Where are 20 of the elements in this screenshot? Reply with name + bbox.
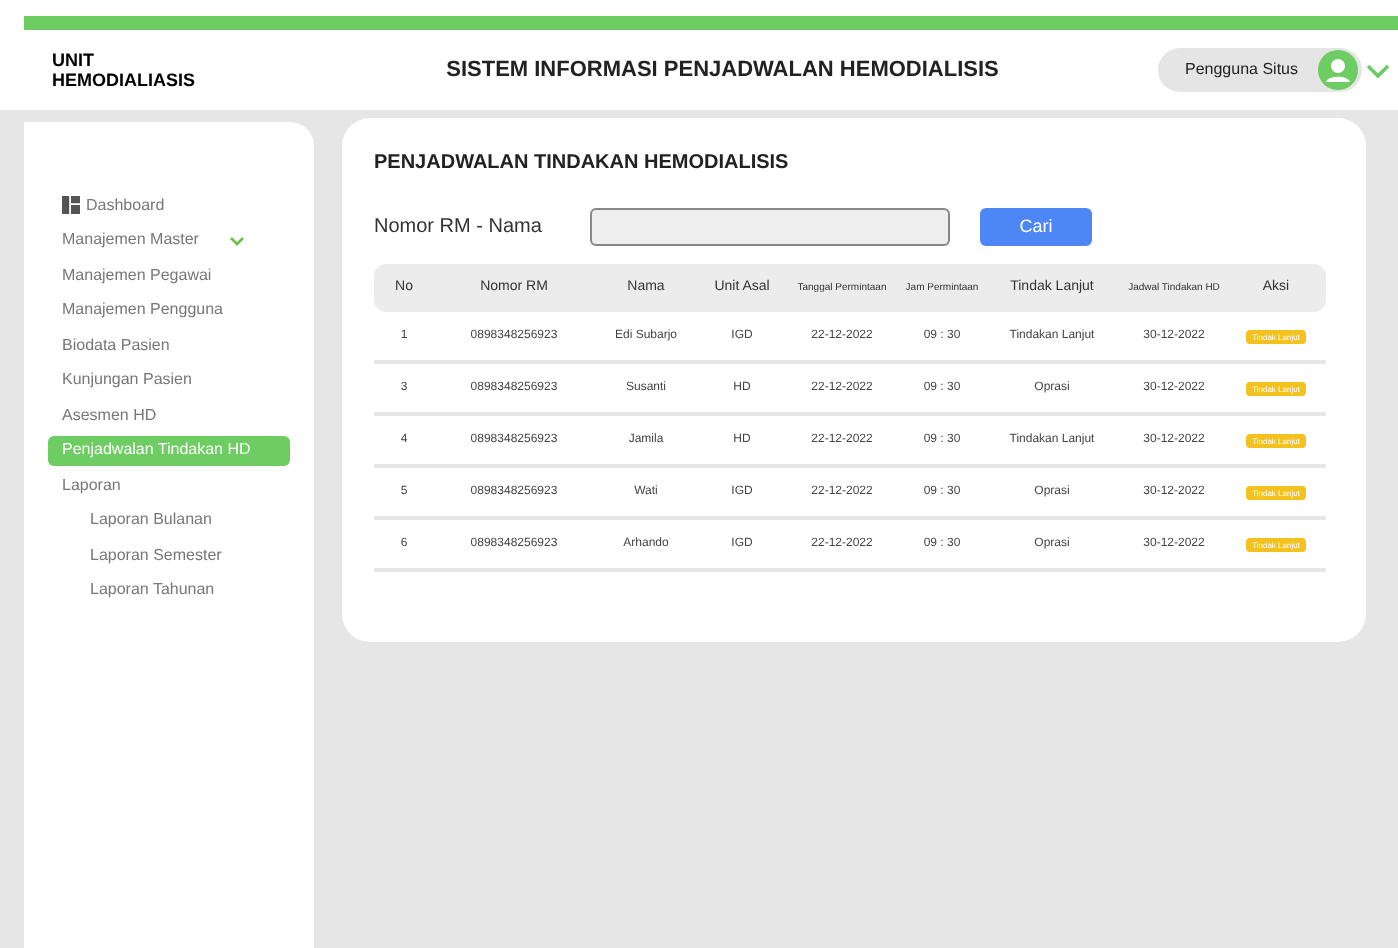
sidebar-item[interactable]: Asesmen HD [48, 400, 290, 430]
sidebar-subitem[interactable]: Laporan Tahunan [86, 575, 290, 605]
search-field[interactable] [590, 208, 950, 246]
sidebar-item[interactable]: Kunjungan Pasien [48, 365, 290, 395]
sidebar-item[interactable]: Dashboard [48, 190, 290, 220]
sidebar-item[interactable]: Biodata Pasien [48, 330, 290, 360]
sidebar-item[interactable]: Manajemen Master [48, 225, 290, 255]
search-button[interactable]: Cari [980, 208, 1092, 246]
sidebar-item[interactable]: Laporan [48, 470, 290, 500]
user-menu[interactable]: Pengguna Situs [1157, 48, 1362, 92]
dashboard-icon [62, 196, 80, 214]
sidebar-subitem[interactable]: Laporan Bulanan [86, 505, 290, 535]
unit-name: UNIT HEMODIALIASIS [52, 50, 198, 90]
user-avatar-icon [1318, 50, 1358, 90]
page-title: PENJADWALAN TINDAKAN HEMODIALISIS [374, 150, 791, 178]
sidebar-subitem[interactable]: Laporan Semester [86, 540, 290, 570]
search-label: Nomor RM - Nama [374, 214, 544, 242]
app-title: SISTEM INFORMASI PENJADWALAN HEMODIALISIS [444, 55, 1001, 86]
sidebar-item[interactable]: Manajemen Pengguna [48, 295, 290, 325]
sidebar-item[interactable]: Manajemen Pegawai [48, 260, 290, 290]
